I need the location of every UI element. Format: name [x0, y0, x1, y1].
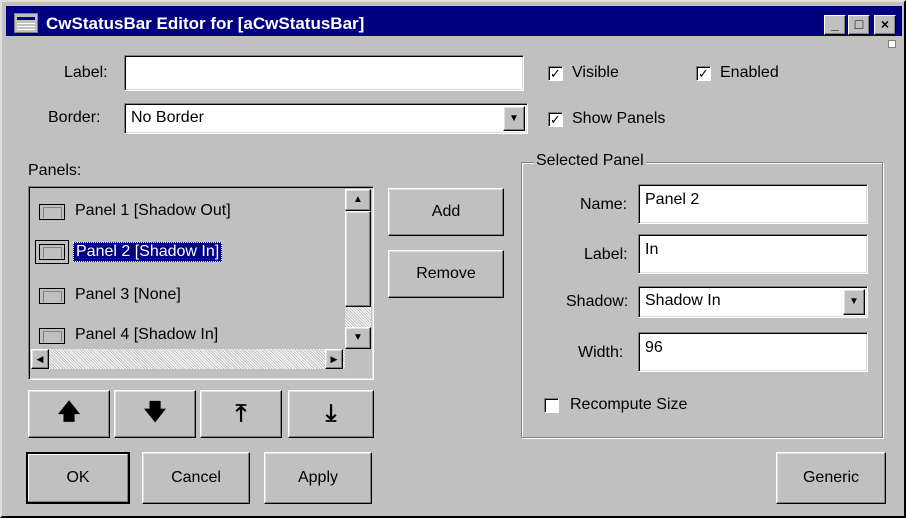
apply-button-label: Apply: [297, 469, 339, 486]
enabled-checkbox[interactable]: ✓: [696, 66, 711, 81]
scroll-left-button[interactable]: ◀: [31, 349, 49, 369]
vertical-scrollbar[interactable]: ▲ ▼: [345, 189, 371, 349]
list-item-label: Panel 2 [Shadow In]: [73, 242, 223, 262]
ok-button[interactable]: OK: [26, 452, 130, 504]
ok-button-label: OK: [66, 469, 90, 486]
arrow-up-icon: 🡅: [57, 399, 81, 424]
width-field-label: Width:: [578, 344, 624, 361]
shadow-select-value: Shadow In: [645, 292, 721, 309]
scroll-down-button[interactable]: ▼: [345, 327, 371, 349]
panel-icon: [39, 288, 65, 304]
enabled-label[interactable]: Enabled: [720, 64, 779, 82]
add-button-label: Add: [431, 203, 461, 220]
title-bar[interactable]: CwStatusBar Editor for [aCwStatusBar] _ …: [6, 6, 902, 36]
horizontal-scrollbar[interactable]: ◀ ▶: [31, 349, 345, 369]
list-item[interactable]: Panel 3 [None]: [35, 283, 335, 311]
border-field-label: Border:: [48, 109, 101, 126]
resize-grip-icon: [888, 40, 896, 48]
shadow-select[interactable]: Shadow In ▼: [638, 286, 868, 318]
panel-label-field-label: Label:: [584, 246, 628, 263]
show-panels-label[interactable]: Show Panels: [572, 110, 665, 128]
panels-listbox[interactable]: Panel 1 [Shadow Out] Panel 2 [Shadow In]…: [28, 186, 374, 380]
maximize-icon: □: [854, 16, 864, 32]
panels-label: Panels:: [28, 162, 82, 179]
label-input[interactable]: [124, 55, 524, 91]
add-button[interactable]: Add: [388, 188, 504, 236]
generic-button-label: Generic: [802, 469, 860, 486]
border-select-value: No Border: [131, 109, 204, 126]
system-menu-icon[interactable]: [14, 13, 38, 33]
editor-window: CwStatusBar Editor for [aCwStatusBar] _ …: [0, 0, 906, 518]
panel-icon: [39, 244, 65, 260]
maximize-button[interactable]: □: [848, 15, 870, 35]
panel-icon: [39, 204, 65, 220]
minimize-button[interactable]: _: [824, 15, 846, 35]
list-item-selected[interactable]: Panel 2 [Shadow In]: [35, 239, 335, 267]
shadow-field-label: Shadow:: [566, 293, 629, 310]
list-item-label: Panel 3 [None]: [75, 286, 181, 303]
name-input-value: Panel 2: [645, 191, 700, 208]
recompute-size-checkbox[interactable]: [544, 398, 559, 413]
move-bottom-button[interactable]: ⤓: [288, 390, 374, 438]
arrow-bottom-icon: ⤓: [325, 400, 337, 427]
shadow-dropdown-button[interactable]: ▼: [843, 289, 865, 315]
move-top-button[interactable]: ⤒: [200, 390, 282, 438]
list-item[interactable]: Panel 4 [Shadow In]: [35, 323, 335, 351]
arrow-down-icon: 🡇: [143, 399, 167, 424]
close-icon: ×: [880, 16, 890, 32]
close-button[interactable]: ×: [874, 15, 896, 35]
panel-label-input[interactable]: In: [638, 234, 868, 274]
scroll-up-button[interactable]: ▲: [345, 189, 371, 211]
generic-button[interactable]: Generic: [776, 452, 886, 504]
list-item-label: Panel 1 [Shadow Out]: [75, 202, 231, 219]
border-dropdown-button[interactable]: ▼: [503, 106, 525, 131]
window-title: CwStatusBar Editor for [aCwStatusBar]: [46, 14, 365, 33]
show-panels-checkbox[interactable]: ✓: [548, 112, 563, 127]
name-input[interactable]: Panel 2: [638, 184, 868, 224]
width-input[interactable]: 96: [638, 332, 868, 372]
recompute-size-label[interactable]: Recompute Size: [570, 396, 687, 414]
name-field-label: Name:: [580, 196, 628, 213]
width-input-value: 96: [645, 339, 663, 356]
panel-icon: [39, 328, 65, 344]
remove-button[interactable]: Remove: [388, 250, 504, 298]
selected-panel-group-label: Selected Panel: [534, 152, 646, 170]
minimize-icon: _: [831, 16, 839, 32]
apply-button[interactable]: Apply: [264, 452, 372, 504]
chevron-down-icon: ▼: [849, 296, 859, 307]
chevron-down-icon: ▼: [509, 113, 519, 124]
arrow-top-icon: ⤒: [235, 400, 247, 427]
remove-button-label: Remove: [416, 265, 476, 282]
visible-label[interactable]: Visible: [572, 64, 619, 82]
label-field-label: Label:: [64, 64, 108, 81]
move-down-button[interactable]: 🡇: [114, 390, 196, 438]
border-select[interactable]: No Border ▼: [124, 103, 528, 134]
cancel-button[interactable]: Cancel: [142, 452, 250, 504]
panel-label-input-value: In: [645, 241, 659, 258]
scroll-thumb[interactable]: [345, 211, 371, 307]
move-up-button[interactable]: 🡅: [28, 390, 110, 438]
list-item[interactable]: Panel 1 [Shadow Out]: [35, 199, 335, 227]
visible-checkbox[interactable]: ✓: [548, 66, 563, 81]
list-item-label: Panel 4 [Shadow In]: [75, 326, 219, 343]
cancel-button-label: Cancel: [171, 469, 221, 486]
scroll-right-button[interactable]: ▶: [325, 349, 343, 369]
